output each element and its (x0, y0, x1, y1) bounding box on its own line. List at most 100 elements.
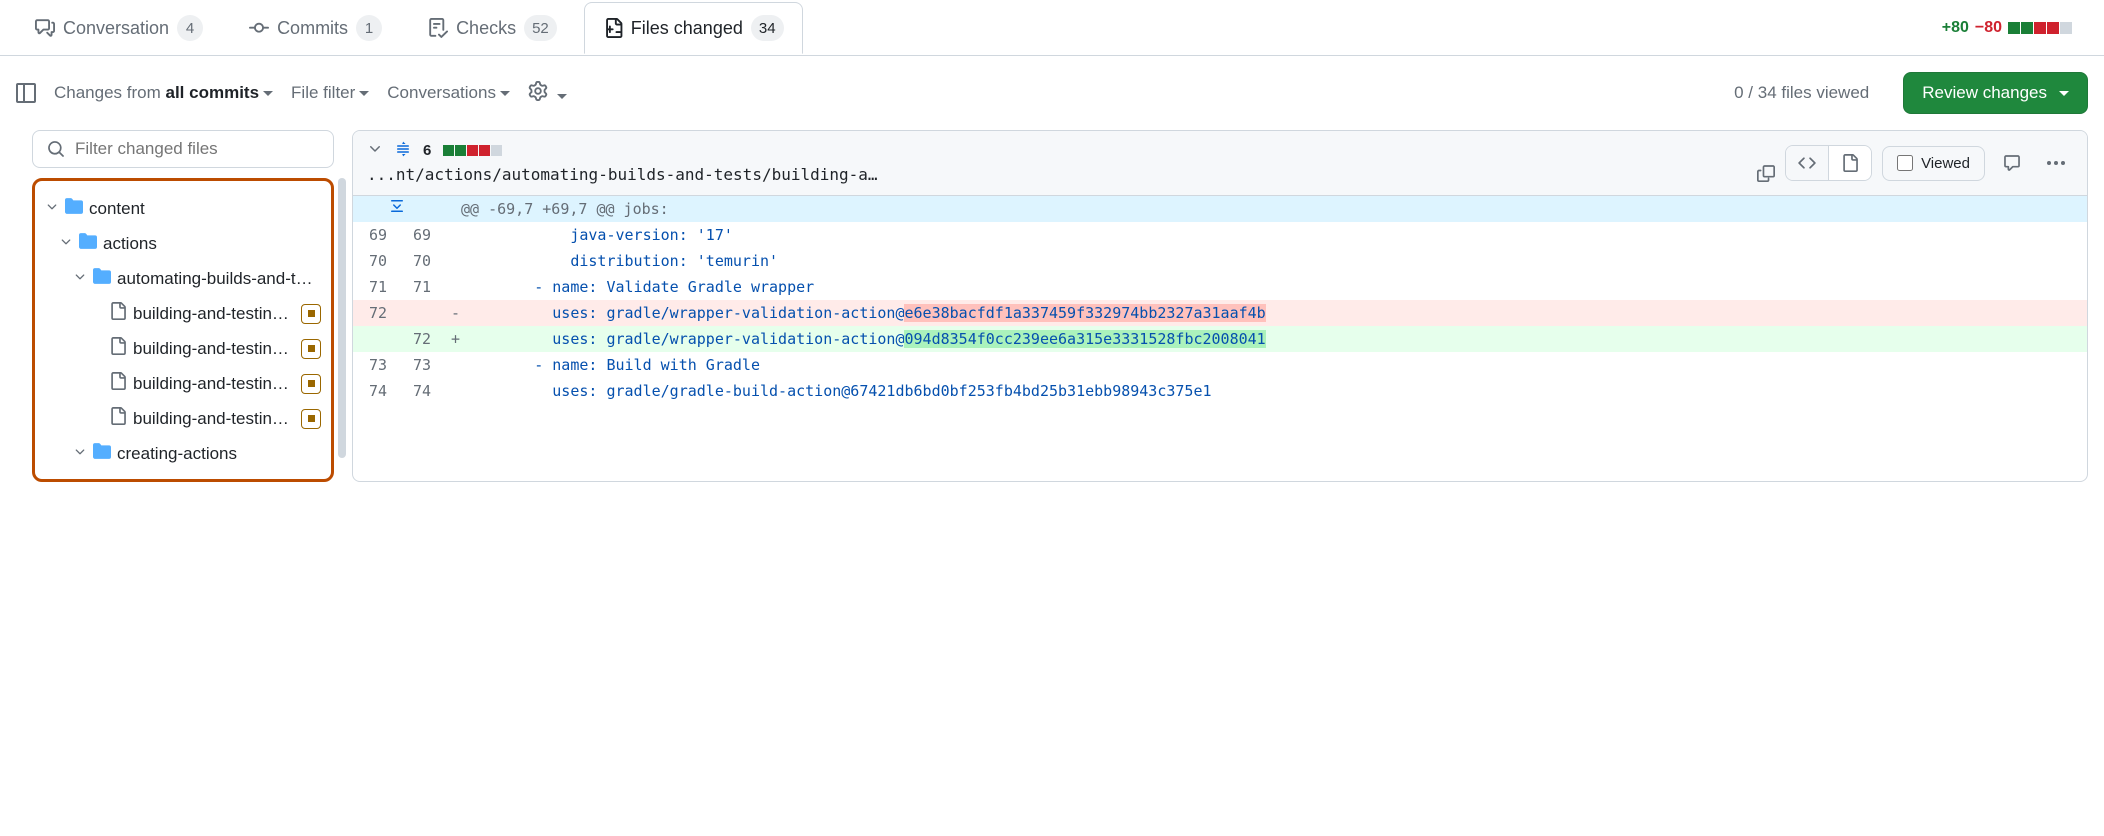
diff-line: 7474 uses: gradle/gradle-build-action@67… (353, 378, 2087, 404)
tree-label: content (89, 199, 321, 219)
filter-files-input[interactable] (75, 139, 319, 159)
line-number-old[interactable]: 71 (353, 274, 397, 300)
diff-marker: + (441, 326, 470, 352)
comment-button[interactable] (1995, 146, 2029, 180)
diff-marker (441, 352, 470, 378)
file-filter[interactable]: File filter (291, 83, 369, 103)
tree-label: building-and-testing-sw... (133, 409, 295, 429)
caret-icon (557, 94, 567, 99)
tab-checks[interactable]: Checks 52 (409, 2, 576, 54)
tab-commits[interactable]: Commits 1 (230, 2, 401, 54)
chevron-down-icon (73, 444, 87, 464)
expand-all-icon[interactable] (395, 141, 411, 160)
tab-conversation[interactable]: Conversation 4 (16, 2, 222, 54)
code-cell[interactable]: java-version: '17' (470, 222, 2087, 248)
diff-line: 7373 - name: Build with Gradle (353, 352, 2087, 378)
diffstat-summary: +80 −80 (1942, 19, 2088, 37)
diff-marker: - (441, 300, 470, 326)
unfold-icon (389, 198, 405, 214)
caret-icon (263, 91, 273, 96)
file-menu-button[interactable] (2039, 153, 2073, 173)
line-number-new[interactable] (397, 300, 441, 326)
deletions-count: −80 (1975, 19, 2002, 37)
diff-settings[interactable] (528, 81, 567, 106)
tree-label: building-and-testing-no... (133, 339, 295, 359)
line-number-old[interactable]: 72 (353, 300, 397, 326)
line-number-old[interactable]: 70 (353, 248, 397, 274)
tab-conversation-label: Conversation (63, 18, 169, 39)
line-number-old[interactable]: 74 (353, 378, 397, 404)
line-number-new[interactable]: 70 (397, 248, 441, 274)
gear-icon (528, 81, 548, 101)
line-number-old[interactable]: 73 (353, 352, 397, 378)
diff-marker (441, 378, 470, 404)
diff-file-header: 6 ...nt/actions/automating-builds-and-te… (353, 131, 2087, 196)
diff-line: 7070 distribution: 'temurin' (353, 248, 2087, 274)
tab-files-changed[interactable]: Files changed 34 (584, 2, 803, 54)
code-cell[interactable]: - name: Build with Gradle (470, 352, 2087, 378)
line-number-new[interactable]: 71 (397, 274, 441, 300)
tree-label: creating-actions (117, 444, 321, 464)
tab-commits-label: Commits (277, 18, 348, 39)
code-cell[interactable]: uses: gradle/gradle-build-action@67421db… (470, 378, 2087, 404)
review-changes-button[interactable]: Review changes (1903, 72, 2088, 114)
file-icon (109, 302, 127, 325)
tree-folder-automating[interactable]: automating-builds-and-tests (41, 261, 325, 296)
source-view-button[interactable] (1786, 146, 1828, 180)
file-icon (109, 337, 127, 360)
viewed-checkbox-input[interactable] (1897, 155, 1913, 171)
tree-file[interactable]: building-and-testing-jav... (41, 296, 325, 331)
hunk-header-row: @@ -69,7 +69,7 @@ jobs: (353, 196, 2087, 222)
diff-line: 7171 - name: Validate Gradle wrapper (353, 274, 2087, 300)
folder-icon (65, 197, 83, 220)
code-cell[interactable]: - name: Validate Gradle wrapper (470, 274, 2087, 300)
rendered-view-button[interactable] (1828, 146, 1871, 180)
viewed-checkbox[interactable]: Viewed (1882, 146, 1985, 181)
comment-icon (2003, 154, 2021, 172)
copy-path-icon[interactable] (1757, 164, 1775, 185)
viewed-counter: 0 / 34 files viewed (1734, 83, 1869, 103)
search-icon (47, 140, 65, 158)
line-number-old[interactable]: 69 (353, 222, 397, 248)
filter-files-box[interactable] (32, 130, 334, 168)
tree-file[interactable]: building-and-testing-sw... (41, 401, 325, 436)
line-number-old[interactable] (353, 326, 397, 352)
tree-folder-creating-actions[interactable]: creating-actions (41, 436, 325, 471)
sidebar-scrollbar[interactable] (338, 178, 346, 458)
line-number-new[interactable]: 69 (397, 222, 441, 248)
sidebar-collapse-icon[interactable] (16, 83, 36, 103)
tab-conversation-count: 4 (177, 15, 203, 41)
tab-checks-label: Checks (456, 18, 516, 39)
diff-line: 72+ uses: gradle/wrapper-validation-acti… (353, 326, 2087, 352)
code-cell[interactable]: uses: gradle/wrapper-validation-action@e… (470, 300, 2087, 326)
view-mode-toggle (1785, 145, 1872, 181)
diff-marker (441, 222, 470, 248)
file-icon (109, 372, 127, 395)
expand-hunk-button[interactable] (353, 196, 441, 222)
line-number-new[interactable]: 72 (397, 326, 441, 352)
changes-filter[interactable]: Changes from all commits (54, 83, 273, 103)
modified-badge-icon (301, 339, 321, 359)
chevron-down-icon (73, 269, 87, 289)
tree-folder-actions[interactable]: actions (41, 226, 325, 261)
code-cell[interactable]: distribution: 'temurin' (470, 248, 2087, 274)
diff-line: 6969 java-version: '17' (353, 222, 2087, 248)
caret-icon (359, 91, 369, 96)
tree-file[interactable]: building-and-testing-no... (41, 331, 325, 366)
line-number-new[interactable]: 73 (397, 352, 441, 378)
tree-label: actions (103, 234, 321, 254)
changes-prefix: Changes from (54, 83, 166, 102)
line-number-new[interactable]: 74 (397, 378, 441, 404)
diff-toolbar: Changes from all commits File filter Con… (0, 56, 2104, 130)
hunk-header: @@ -69,7 +69,7 @@ jobs: (441, 196, 2087, 222)
code-icon (1798, 154, 1816, 172)
conversations-filter[interactable]: Conversations (387, 83, 510, 103)
diff-marker (441, 274, 470, 300)
code-cell[interactable]: uses: gradle/wrapper-validation-action@0… (470, 326, 2087, 352)
tree-folder-content[interactable]: content (41, 191, 325, 226)
collapse-file-icon[interactable] (367, 141, 383, 160)
diff-line: 72 - uses: gradle/wrapper-validation-acti… (353, 300, 2087, 326)
file-path[interactable]: ...nt/actions/automating-builds-and-test… (367, 165, 1747, 184)
tree-file[interactable]: building-and-testing-ru... (41, 366, 325, 401)
file-tree-sidebar: content actions automating-builds-and-te… (32, 130, 334, 482)
